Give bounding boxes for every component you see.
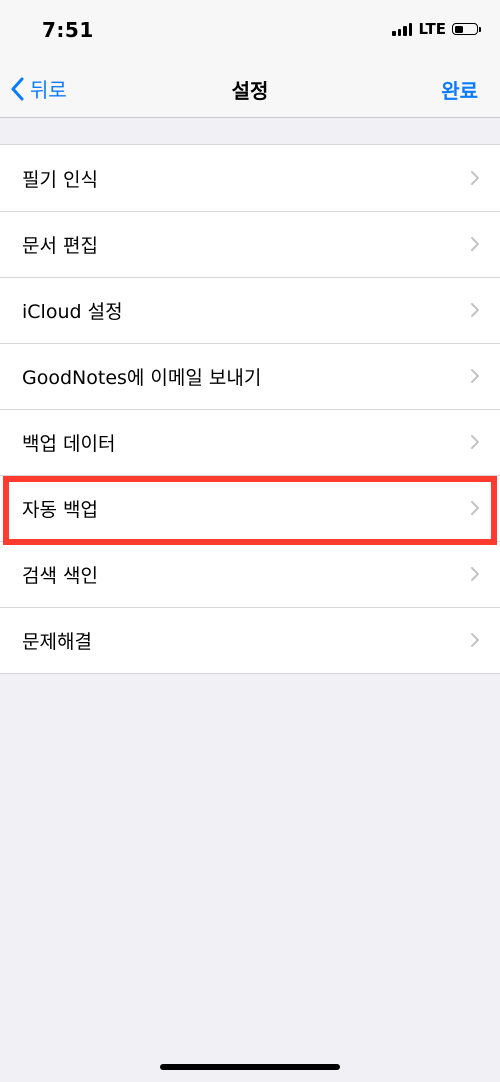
settings-item-handwriting-recognition[interactable]: 필기 인식 xyxy=(0,145,500,211)
chevron-right-icon xyxy=(471,237,479,251)
navigation-bar: 뒤로 설정 완료 xyxy=(0,60,500,118)
settings-item-label: iCloud 설정 xyxy=(22,300,123,323)
chevron-right-icon xyxy=(471,633,479,647)
status-time: 7:51 xyxy=(42,18,94,42)
chevron-right-icon xyxy=(471,567,479,581)
settings-item-label: 문제해결 xyxy=(22,630,92,653)
chevron-right-icon xyxy=(471,501,479,515)
chevron-right-icon xyxy=(471,435,479,449)
settings-item-label: 문서 편집 xyxy=(22,234,98,257)
chevron-right-icon xyxy=(471,303,479,317)
chevron-right-icon xyxy=(471,171,479,185)
done-button[interactable]: 완료 xyxy=(441,75,478,104)
status-bar: 7:51 LTE xyxy=(0,0,500,60)
battery-icon xyxy=(452,23,481,35)
cellular-signal-icon xyxy=(392,22,413,36)
settings-item-label: GoodNotes에 이메일 보내기 xyxy=(22,366,262,389)
settings-item-label: 검색 색인 xyxy=(22,564,98,587)
settings-item-icloud[interactable]: iCloud 설정 xyxy=(0,277,500,343)
settings-item-troubleshooting[interactable]: 문제해결 xyxy=(0,607,500,673)
settings-item-email-goodnotes[interactable]: GoodNotes에 이메일 보내기 xyxy=(0,343,500,409)
network-type: LTE xyxy=(418,20,446,38)
status-indicators: LTE xyxy=(392,20,481,38)
settings-item-label: 자동 백업 xyxy=(22,498,98,521)
chevron-right-icon xyxy=(471,369,479,383)
page-title: 설정 xyxy=(231,79,269,103)
settings-item-label: 필기 인식 xyxy=(22,168,98,191)
settings-list: 필기 인식 문서 편집 iCloud 설정 GoodNotes에 이메일 보내기… xyxy=(0,144,500,674)
settings-item-backup-data[interactable]: 백업 데이터 xyxy=(0,409,500,475)
settings-item-document-editing[interactable]: 문서 편집 xyxy=(0,211,500,277)
home-indicator[interactable] xyxy=(160,1064,340,1070)
settings-item-label: 백업 데이터 xyxy=(22,432,116,455)
settings-item-auto-backup[interactable]: 자동 백업 xyxy=(0,475,500,545)
battery-level xyxy=(454,25,463,33)
settings-item-search-index[interactable]: 검색 색인 xyxy=(0,541,500,607)
